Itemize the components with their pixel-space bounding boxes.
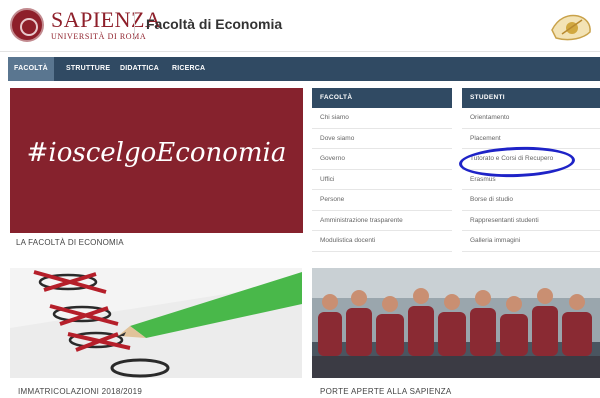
card-caption-porte-aperte: PORTE APERTE ALLA SAPIENZA — [320, 387, 452, 396]
brand-name: SAPIENZA — [51, 7, 162, 32]
facolta-link-persone[interactable]: Persone — [312, 190, 452, 211]
main-navigation: FACOLTÀ STRUTTURE DIDATTICA RICERCA — [8, 57, 600, 81]
site-header: SAPIENZA UNIVERSITÀ DI ROMA Facoltà di E… — [0, 0, 600, 52]
card-caption-immatricolazioni: IMMATRICOLAZIONI 2018/2019 — [18, 387, 143, 396]
studenti-link-borse[interactable]: Borse di studio — [462, 190, 600, 211]
studenti-link-galleria[interactable]: Galleria immagini — [462, 231, 600, 252]
nav-item-ricerca[interactable]: RICERCA — [172, 57, 205, 81]
faculty-emblem-icon — [551, 14, 591, 41]
facolta-panel-title: FACOLTÀ — [312, 88, 452, 108]
nav-item-didattica[interactable]: DIDATTICA — [120, 57, 159, 81]
nav-item-facolta[interactable]: FACOLTÀ — [8, 57, 54, 81]
hero-banner[interactable]: #ioscelgoEconomia LA FACOLTÀ DI ECONOMIA — [10, 88, 303, 254]
checklist-pencil-image — [10, 268, 302, 378]
studenti-panel-title: STUDENTI — [462, 88, 600, 108]
card-immatricolazioni[interactable]: IMMATRICOLAZIONI 2018/2019 — [10, 268, 302, 398]
hero-headline: #ioscelgoEconomia — [26, 138, 287, 168]
brand-subtitle: UNIVERSITÀ DI ROMA — [51, 32, 147, 41]
card-porte-aperte[interactable]: PORTE APERTE ALLA SAPIENZA — [312, 268, 600, 398]
facolta-link-uffici[interactable]: Uffici — [312, 169, 452, 190]
brand-logo[interactable]: SAPIENZA UNIVERSITÀ DI ROMA — [51, 7, 162, 42]
facolta-link-dove-siamo[interactable]: Dove siamo — [312, 128, 452, 149]
facolta-link-chi-siamo[interactable]: Chi siamo — [312, 108, 452, 129]
facolta-link-amministrazione[interactable]: Amministrazione trasparente — [312, 210, 452, 231]
students-group-photo — [312, 268, 600, 378]
facolta-panel: FACOLTÀ Chi siamo Dove siamo Governo Uff… — [312, 88, 452, 252]
hero-caption[interactable]: LA FACOLTÀ DI ECONOMIA — [16, 238, 124, 247]
studenti-link-rappresentanti[interactable]: Rappresentanti studenti — [462, 210, 600, 231]
facolta-link-modulistica[interactable]: Modulistica docenti — [312, 231, 452, 252]
nav-item-strutture[interactable]: STRUTTURE — [66, 57, 110, 81]
page-title[interactable]: Facoltà di Economia — [146, 16, 282, 32]
studenti-link-orientamento[interactable]: Orientamento — [462, 108, 600, 129]
hero-image: #ioscelgoEconomia — [10, 88, 303, 233]
sapienza-seal-logo[interactable] — [10, 8, 44, 42]
facolta-link-governo[interactable]: Governo — [312, 149, 452, 170]
header-divider — [134, 12, 135, 40]
studenti-link-placement[interactable]: Placement — [462, 128, 600, 149]
